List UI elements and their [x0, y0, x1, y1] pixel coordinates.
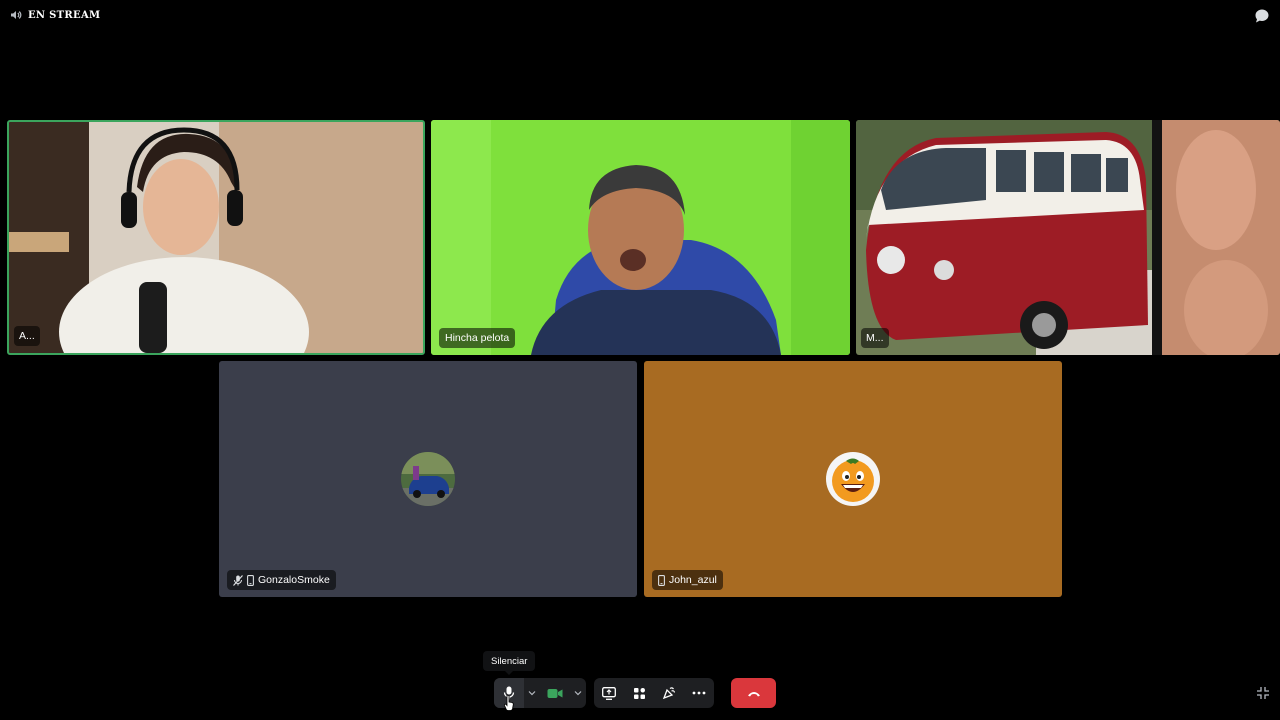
- activities-icon: [633, 687, 645, 699]
- action-controls: [594, 678, 714, 708]
- soundboard-icon: [662, 687, 676, 700]
- screen-share-button[interactable]: [594, 678, 624, 708]
- chat-bubble-icon: [1255, 9, 1269, 23]
- participant-video: [9, 122, 423, 353]
- tooltip-text: Silenciar: [491, 655, 528, 667]
- participant-tile[interactable]: GonzaloSmoke: [219, 361, 637, 597]
- mobile-phone-icon: [658, 574, 665, 586]
- participant-tile[interactable]: John_azul: [644, 361, 1062, 597]
- participant-name: GonzaloSmoke: [258, 574, 330, 586]
- participant-video: [431, 120, 850, 355]
- soundboard-button[interactable]: [654, 678, 684, 708]
- actions-group: [594, 678, 714, 708]
- chevron-down-icon: [528, 691, 536, 696]
- chevron-down-icon: [574, 691, 582, 696]
- user-avatar: [401, 452, 455, 506]
- mute-tooltip: Silenciar: [483, 651, 536, 675]
- car-photo-avatar: [401, 452, 455, 506]
- stream-label: EN STREAM: [28, 9, 101, 21]
- leave-call-button[interactable]: [731, 678, 776, 708]
- participant-name: John_azul: [669, 574, 717, 586]
- mobile-phone-icon: [247, 574, 254, 586]
- participant-tile[interactable]: A...: [7, 120, 425, 355]
- participant-name-tag: GonzaloSmoke: [227, 570, 336, 590]
- participant-name-tag: A...: [14, 326, 40, 346]
- speaker-icon: [11, 11, 22, 19]
- video-camera-icon: [547, 688, 563, 698]
- participant-video: [856, 120, 1280, 355]
- camera-options-button[interactable]: [570, 678, 586, 708]
- participant-name-tag: Hincha pelota: [439, 328, 516, 348]
- fullscreen-button[interactable]: [1256, 686, 1270, 700]
- activities-button[interactable]: [624, 678, 654, 708]
- participant-name: Hincha pelota: [445, 332, 510, 344]
- more-dots-icon: [692, 691, 706, 695]
- participant-name: A...: [19, 330, 35, 342]
- more-options-button[interactable]: [684, 678, 714, 708]
- participant-name-tag: John_azul: [652, 570, 723, 590]
- mic-options-button[interactable]: [524, 678, 540, 708]
- orange-face-avatar: [826, 452, 880, 506]
- exit-fullscreen-icon: [1257, 687, 1269, 699]
- top-bar: EN STREAM: [0, 0, 1280, 32]
- participant-name-tag: M...: [861, 328, 889, 348]
- participant-name: M...: [866, 332, 884, 344]
- muted-mic-icon: [233, 574, 243, 586]
- participant-tile[interactable]: Hincha pelota: [431, 120, 850, 355]
- mouse-cursor-icon: [504, 694, 514, 711]
- user-avatar: [826, 452, 880, 506]
- stream-status: EN STREAM: [10, 9, 100, 21]
- screen-share-icon: [602, 686, 616, 700]
- participant-tile[interactable]: M...: [856, 120, 1280, 355]
- camera-button[interactable]: [540, 678, 570, 708]
- hang-up-icon: [747, 691, 760, 696]
- chat-button[interactable]: [1254, 8, 1270, 24]
